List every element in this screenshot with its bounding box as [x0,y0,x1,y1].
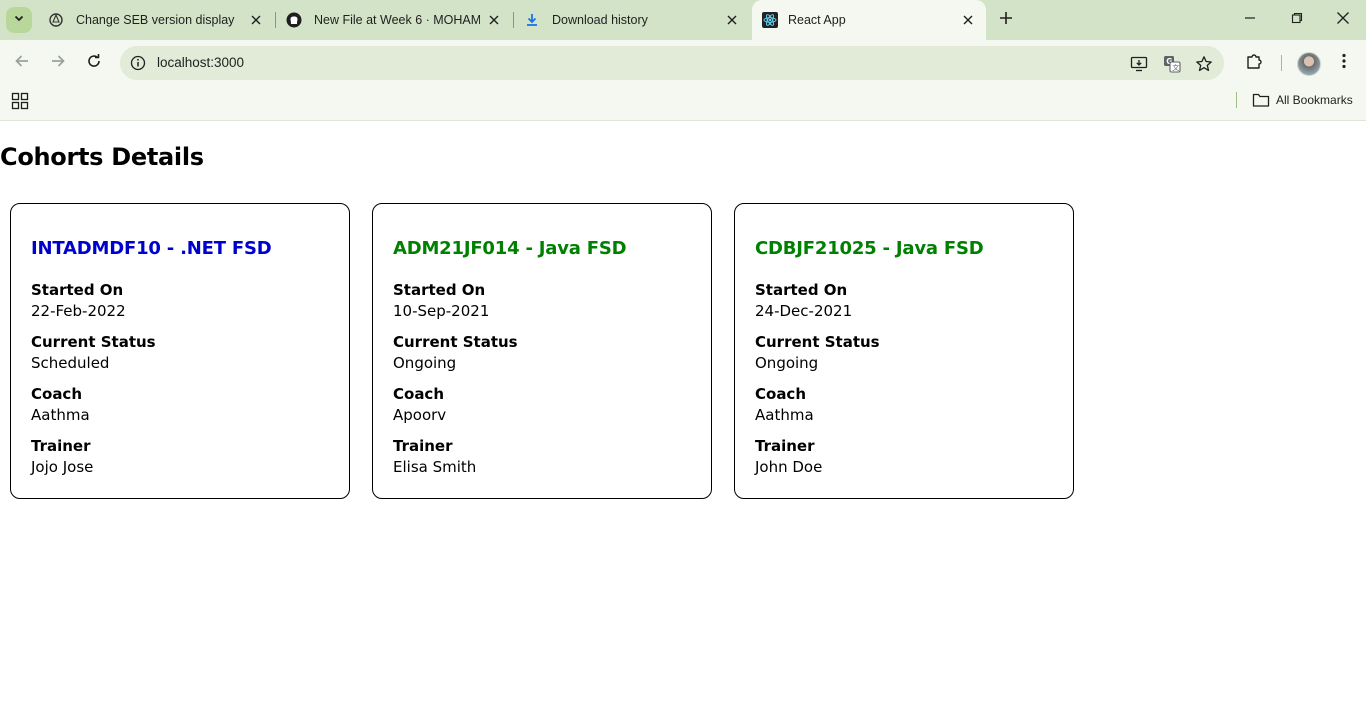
plus-icon [999,11,1013,30]
trainer-field: Trainer John Doe [755,436,822,478]
reload-button[interactable] [84,53,104,73]
close-icon[interactable] [248,12,264,28]
cohort-title: INTADMDF10 - .NET FSD [31,238,272,259]
toolbar-divider [1281,55,1282,71]
current-status-label: Current Status [31,333,156,351]
tab-title: Download history [552,13,648,27]
coach-field: Coach Apoorv [393,384,446,426]
profile-avatar[interactable] [1297,52,1321,76]
coach-value: Apoorv [393,406,447,424]
new-tab-button[interactable] [996,10,1016,30]
install-app-icon[interactable] [1130,55,1148,73]
current-status-value: Scheduled [31,354,110,372]
chevron-down-icon [13,11,25,29]
svg-text:文: 文 [1172,63,1179,72]
cohort-card: INTADMDF10 - .NET FSD Started On 22-Feb-… [10,203,350,499]
translate-icon[interactable]: G文 [1163,55,1181,73]
started-on-field: Started On 10-Sep-2021 [393,280,489,322]
coach-field: Coach Aathma [31,384,90,426]
arrow-right-icon [50,53,66,74]
tab-title: React App [788,13,846,27]
close-icon [1336,11,1350,30]
tab-change-seb[interactable]: Change SEB version display [38,0,274,40]
back-button[interactable] [12,53,32,73]
extensions-button[interactable] [1244,53,1264,73]
tab-github[interactable]: New File at Week 6 · MOHAMED [276,0,512,40]
started-on-value: 10-Sep-2021 [393,302,490,320]
site-info-icon[interactable] [130,55,146,71]
minimize-icon [1244,11,1256,29]
coach-label: Coach [31,385,83,403]
puzzle-icon [1245,52,1263,75]
menu-button[interactable] [1334,53,1354,73]
arrow-left-icon [14,53,30,74]
current-status-field: Current Status Scheduled [31,332,156,374]
close-window-button[interactable] [1333,10,1353,30]
minimize-button[interactable] [1240,10,1260,30]
download-icon [524,12,540,28]
apps-grid-icon[interactable] [11,92,29,110]
coach-label: Coach [393,385,445,403]
started-on-label: Started On [393,281,486,299]
started-on-value: 22-Feb-2022 [31,302,126,320]
trainer-label: Trainer [755,437,815,455]
cohort-card: ADM21JF014 - Java FSD Started On 10-Sep-… [372,203,712,499]
started-on-value: 24-Dec-2021 [755,302,853,320]
trainer-value: John Doe [755,458,823,476]
cohort-title: ADM21JF014 - Java FSD [393,238,627,259]
coach-label: Coach [755,385,807,403]
coach-value: Aathma [31,406,90,424]
tab-strip: Change SEB version display New File at W… [0,0,1366,40]
coach-field: Coach Aathma [755,384,814,426]
trainer-field: Trainer Elisa Smith [393,436,476,478]
started-on-label: Started On [31,281,124,299]
more-vertical-icon [1341,53,1347,74]
current-status-field: Current Status Ongoing [755,332,880,374]
bookmark-star-icon[interactable] [1195,55,1213,73]
page-title: Cohorts Details [0,143,204,171]
reload-icon [86,53,102,74]
trainer-value: Elisa Smith [393,458,477,476]
bookmarks-divider [1236,92,1237,108]
forward-button[interactable] [48,53,68,73]
started-on-label: Started On [755,281,848,299]
trainer-field: Trainer Jojo Jose [31,436,93,478]
tab-react-app[interactable]: React App [752,0,986,40]
tab-title: New File at Week 6 · MOHAMED [314,13,480,27]
cohort-card: CDBJF21025 - Java FSD Started On 24-Dec-… [734,203,1074,499]
current-status-label: Current Status [755,333,880,351]
github-icon [286,12,302,28]
bookmarks-bar [0,86,1366,121]
close-icon[interactable] [486,12,502,28]
url-text[interactable]: localhost:3000 [157,55,244,71]
close-icon[interactable] [960,12,976,28]
tab-title: Change SEB version display [76,13,235,27]
restore-button[interactable] [1287,10,1307,30]
started-on-field: Started On 22-Feb-2022 [31,280,126,322]
tab-download-history[interactable]: Download history [514,0,750,40]
chatgpt-icon [48,12,64,28]
folder-icon[interactable] [1252,92,1270,108]
trainer-value: Jojo Jose [31,458,94,476]
current-status-value: Ongoing [755,354,819,372]
trainer-label: Trainer [31,437,91,455]
current-status-value: Ongoing [393,354,457,372]
coach-value: Aathma [755,406,814,424]
started-on-field: Started On 24-Dec-2021 [755,280,852,322]
current-status-field: Current Status Ongoing [393,332,518,374]
react-icon [762,12,778,28]
tab-search-button[interactable] [6,7,32,33]
current-status-label: Current Status [393,333,518,351]
restore-icon [1291,11,1303,29]
close-icon[interactable] [724,12,740,28]
cohort-title: CDBJF21025 - Java FSD [755,238,984,259]
all-bookmarks-link[interactable]: All Bookmarks [1276,93,1353,107]
address-bar[interactable]: localhost:3000 G文 [120,46,1224,80]
trainer-label: Trainer [393,437,453,455]
